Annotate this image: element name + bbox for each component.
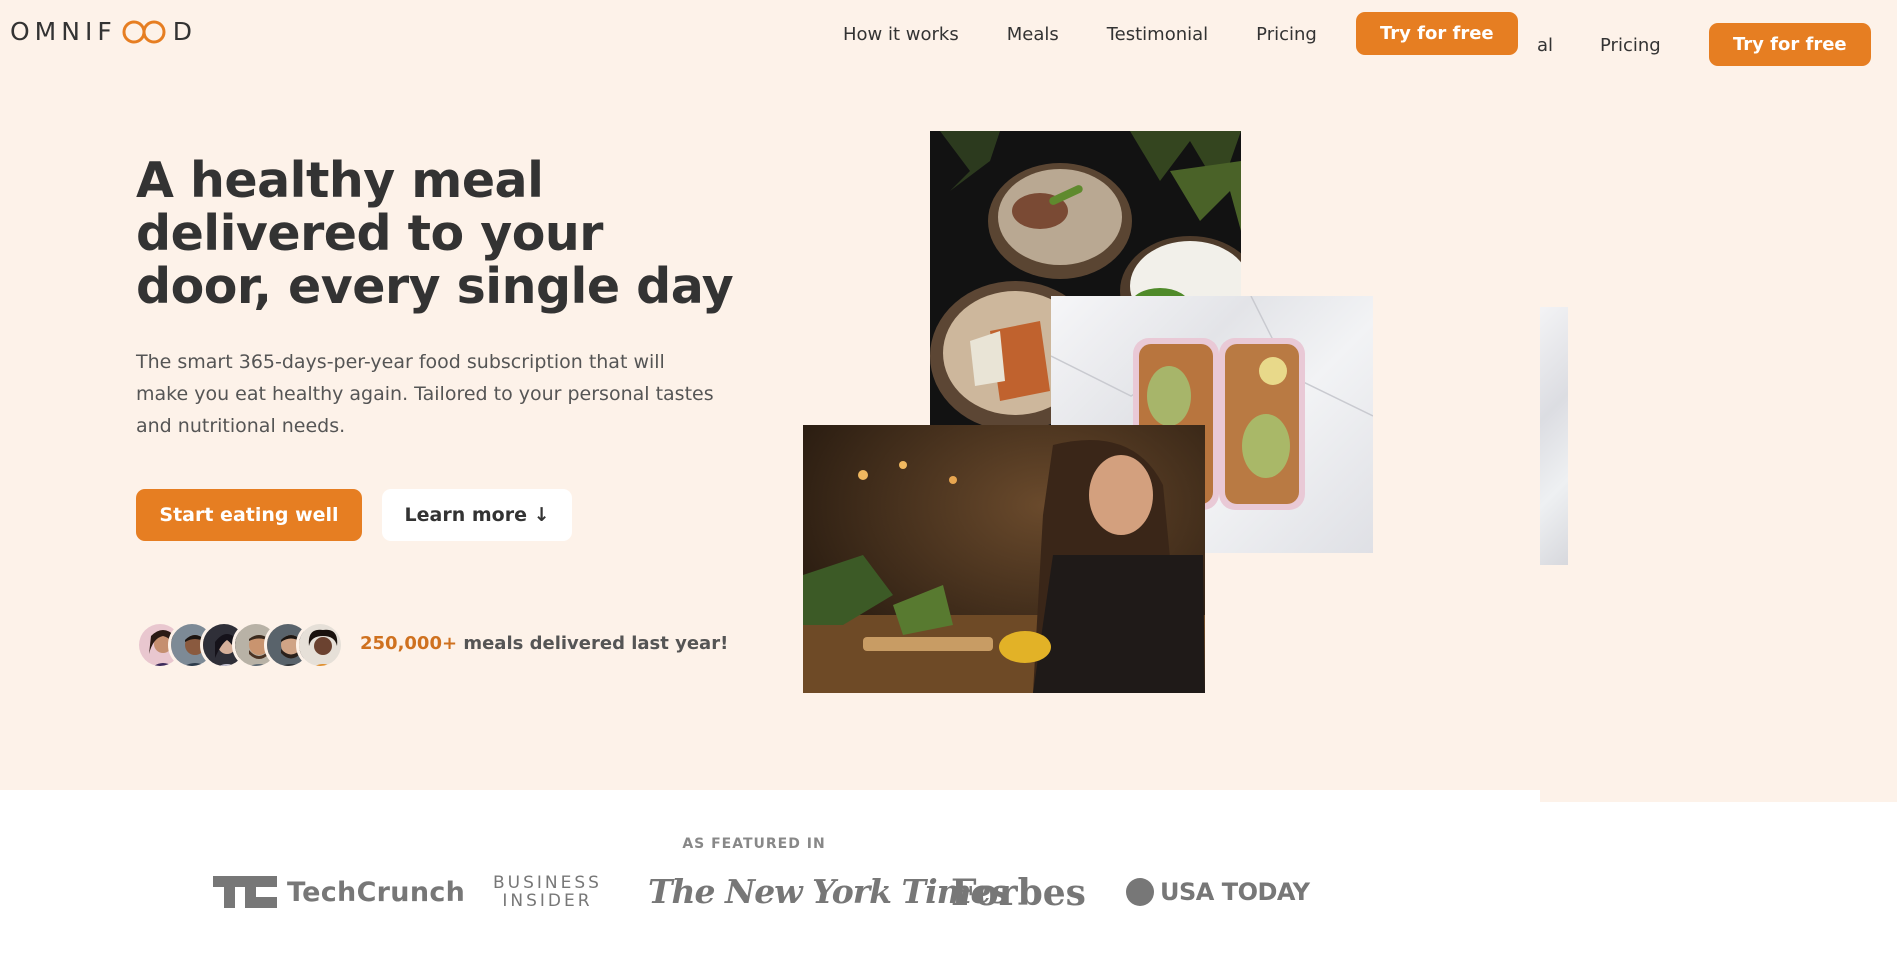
nav-testimonial[interactable]: Testimonial — [1107, 24, 1208, 45]
duplicated-header-fragment — [1540, 0, 1897, 802]
woman-eating-photo — [803, 425, 1205, 693]
hero-title: A healthy meal delivered to your door, e… — [136, 152, 734, 315]
avatar — [296, 621, 344, 669]
logo-rings-icon — [122, 20, 166, 43]
ghost-nav-partial: al — [1537, 35, 1554, 56]
ghost-nav-pricing[interactable]: Pricing — [1600, 35, 1661, 56]
business-insider-line-1: BUSINESS — [493, 873, 602, 893]
customer-avatars — [136, 621, 344, 669]
hero-description: The smart 365-days-per-year food subscri… — [136, 351, 714, 437]
forbes-logo: Forbes — [951, 872, 1086, 914]
nav-how-it-works[interactable]: How it works — [843, 24, 959, 45]
logo-text-right: D — [172, 17, 197, 46]
techcrunch-logo: TechCrunch — [213, 876, 465, 908]
business-insider-logo: BUSINESS INSIDER — [493, 874, 602, 910]
featured-in-label: AS FEATURED IN — [682, 836, 826, 852]
ghost-try-for-free-button[interactable]: Try for free — [1709, 23, 1871, 66]
learn-more-button[interactable]: Learn more ↓ — [382, 489, 572, 541]
try-for-free-button[interactable]: Try for free — [1356, 12, 1518, 55]
start-eating-well-button[interactable]: Start eating well — [136, 489, 362, 541]
logo-text-left: OMNIF — [10, 17, 117, 46]
usa-today-logo: USA TODAY — [1126, 878, 1310, 906]
nav-meals[interactable]: Meals — [1007, 24, 1059, 45]
techcrunch-logo-text: TechCrunch — [287, 876, 466, 908]
ghost-photo-fragment — [1540, 307, 1568, 565]
business-insider-line-2: INSIDER — [502, 891, 593, 911]
meals-delivered-text: meals delivered last year! — [457, 633, 729, 654]
main-nav: How it works Meals Testimonial Pricing T… — [843, 12, 1518, 55]
usa-today-dot-icon — [1126, 878, 1154, 906]
techcrunch-mark-icon — [213, 876, 277, 908]
meals-delivered-stat: 250,000+ meals delivered last year! — [360, 633, 728, 654]
omnifood-logo[interactable]: OMNIF D — [10, 17, 197, 46]
usa-today-logo-text: USA TODAY — [1160, 878, 1310, 906]
featured-logos: TechCrunch BUSINESS INSIDER The New York… — [0, 868, 1897, 918]
meals-delivered-count: 250,000+ — [360, 633, 458, 654]
nav-pricing[interactable]: Pricing — [1256, 24, 1317, 45]
